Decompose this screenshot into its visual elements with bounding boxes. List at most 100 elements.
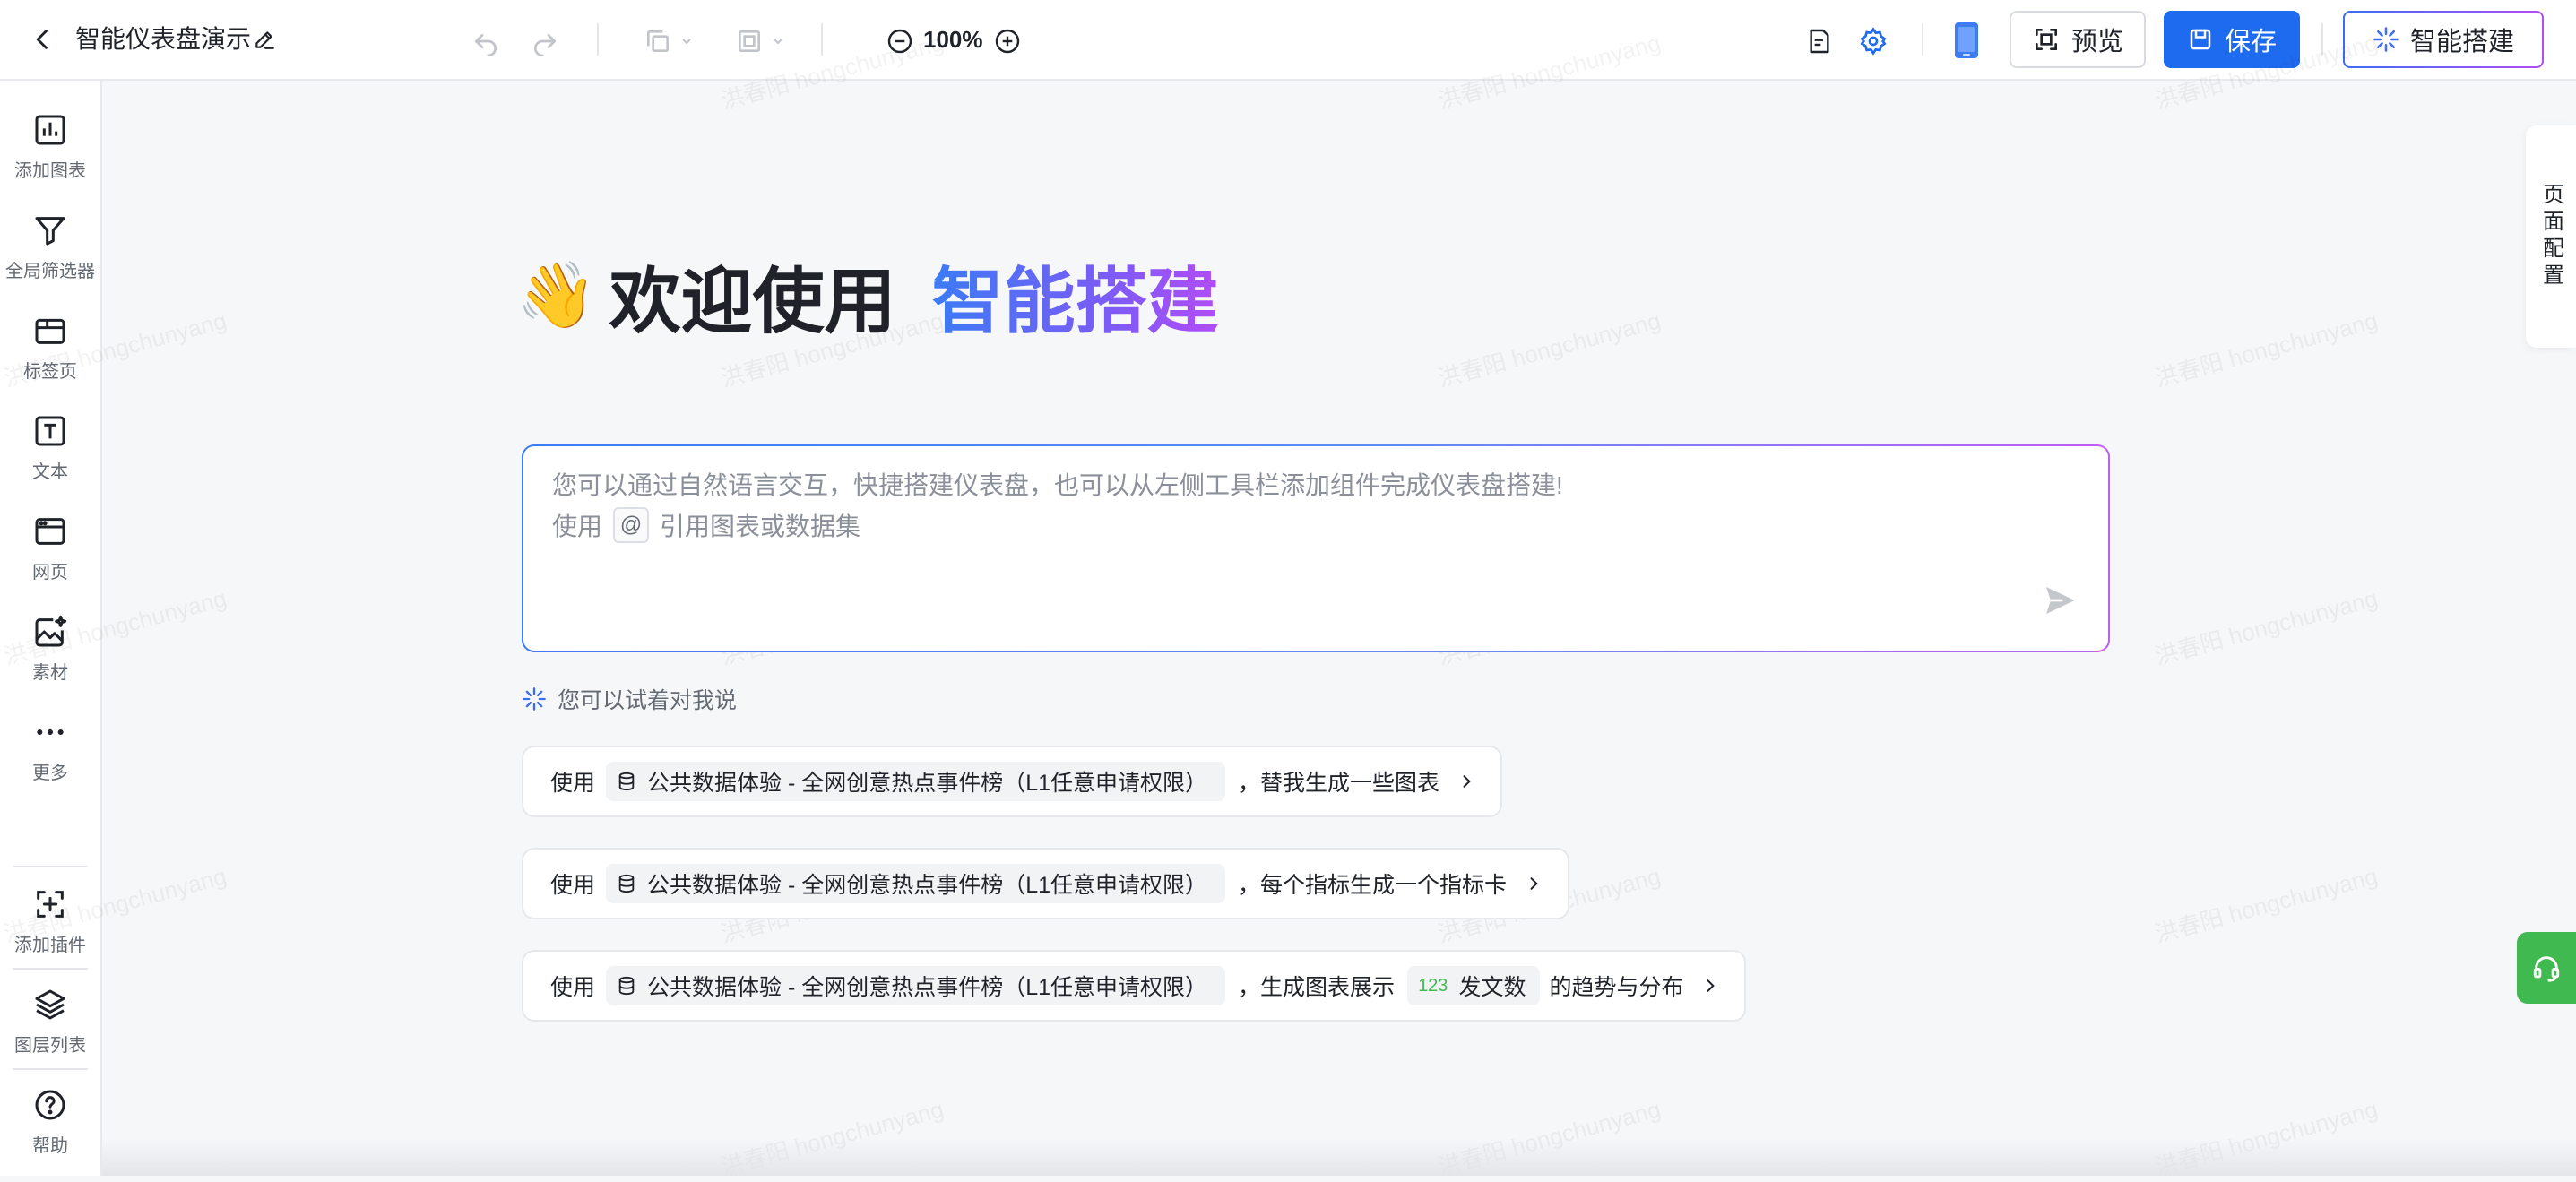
sidebar-item-more[interactable]: 更多: [0, 712, 100, 801]
preview-button[interactable]: 预览: [2010, 11, 2146, 68]
sidebar-item-label: 标签页: [23, 362, 77, 382]
sidebar-item-label: 添加插件: [14, 936, 86, 955]
sidebar-item-add-plugin[interactable]: 添加插件: [0, 884, 100, 973]
watermark: 洪春阳 hongchunyang: [2151, 306, 2381, 393]
sidebar-item-label: 素材: [32, 663, 68, 683]
save-button[interactable]: 保存: [2164, 11, 2300, 68]
settings-gear-icon[interactable]: [1854, 22, 1893, 61]
sidebar-item-tabs[interactable]: 标签页: [0, 310, 100, 400]
preview-label: 预览: [2070, 28, 2123, 56]
sidebar-item-label: 文本: [32, 462, 68, 482]
back-arrow-icon[interactable]: [23, 20, 63, 59]
save-label: 保存: [2224, 28, 2277, 56]
zoom-level: 100%: [923, 26, 983, 53]
sidebar-item-text[interactable]: 文本: [0, 410, 100, 500]
sidebar-item-add-chart[interactable]: 添加图表: [0, 109, 100, 199]
sidebar-item-label: 帮助: [32, 1136, 68, 1156]
waving-hand-emoji: 👋: [516, 260, 597, 332]
top-toolbar: 智能仪表盘演示 100% 预览 保存 智能搭建: [0, 0, 2576, 81]
save-icon: [2190, 29, 2211, 50]
chevron-right-icon: [1530, 877, 1538, 890]
at-mention-chip: @: [613, 507, 650, 543]
copy-dropdown[interactable]: [633, 22, 705, 61]
redo-icon[interactable]: [525, 22, 565, 61]
customer-service-button[interactable]: [2517, 932, 2576, 1004]
sidebar-item-global-filter[interactable]: 全局筛选器: [0, 210, 100, 299]
filter-icon: [30, 210, 71, 251]
sparkle-loading-icon: [2373, 27, 2399, 52]
suggestion-suffix: ，替我生成一些图表: [1238, 771, 1440, 796]
dataset-name: 公共数据体验 - 全网创意热点事件榜（L1任意申请权限）: [647, 771, 1208, 796]
preview-frame-icon: [2035, 29, 2057, 50]
material-icon: [30, 611, 71, 652]
field-name: 发文数: [1458, 975, 1526, 1000]
zoom-in-icon[interactable]: [990, 22, 1025, 61]
suggestion-item[interactable]: 使用 公共数据体验 - 全网创意热点事件榜（L1任意申请权限） ，每个指标生成一…: [522, 848, 1570, 919]
watermark: 洪春阳 hongchunyang: [2151, 862, 2381, 948]
suggestion-suffix-2: 的趋势与分布: [1549, 975, 1684, 1000]
tabs-icon: [30, 310, 71, 351]
bar-chart-icon: [30, 109, 71, 151]
dataset-chip: 公共数据体验 - 全网创意热点事件榜（L1任意申请权限）: [606, 966, 1226, 1005]
prompt-reference-text: 引用图表或数据集: [660, 513, 861, 540]
chevron-right-icon: [1707, 979, 1716, 992]
suggestion-prefix: 使用: [550, 771, 596, 796]
send-icon[interactable]: [2042, 582, 2081, 622]
ai-prompt-input[interactable]: 您可以通过自然语言交互，快捷搭建仪表盘，也可以从左侧工具栏添加组件完成仪表盘搭建…: [522, 444, 2110, 652]
sidebar-item-label: 全局筛选器: [5, 262, 95, 281]
database-icon: [618, 976, 635, 996]
welcome-brand: 智能搭建: [932, 244, 1219, 348]
prompt-placeholder-line2: 使用 @ 引用图表或数据集: [552, 507, 860, 543]
suggestion-item[interactable]: 使用 公共数据体验 - 全网创意热点事件榜（L1任意申请权限） ，生成图表展示 …: [522, 950, 1747, 1022]
sidebar-item-layers[interactable]: 图层列表: [0, 984, 100, 1074]
sidebar-item-label: 更多: [32, 764, 68, 783]
database-icon: [618, 772, 635, 791]
add-plugin-icon: [30, 884, 71, 925]
page-config-tab[interactable]: 页面配置: [2526, 125, 2576, 348]
suggestion-suffix: ，生成图表展示: [1238, 975, 1396, 1000]
webpage-icon: [30, 511, 71, 552]
watermark: 洪春阳 hongchunyang: [1434, 306, 1664, 393]
database-icon: [618, 874, 635, 893]
suggestion-prefix: 使用: [550, 873, 596, 898]
dataset-chip: 公共数据体验 - 全网创意热点事件榜（L1任意申请权限）: [606, 864, 1226, 903]
suggestion-item[interactable]: 使用 公共数据体验 - 全网创意热点事件榜（L1任意申请权限） ，替我生成一些图…: [522, 746, 1503, 817]
mobile-view-icon[interactable]: [1947, 16, 1986, 65]
dataset-name: 公共数据体验 - 全网创意热点事件榜（L1任意申请权限）: [647, 975, 1208, 1000]
layout-dropdown[interactable]: [724, 22, 796, 61]
text-icon: [30, 410, 71, 452]
sidebar-divider: [13, 1068, 88, 1070]
toolbar-divider: [821, 23, 823, 56]
dashboard-title[interactable]: 智能仪表盘演示: [75, 22, 251, 57]
document-icon[interactable]: [1800, 22, 1839, 61]
ai-build-label: 智能搭建: [2409, 28, 2514, 56]
undo-icon[interactable]: [466, 22, 506, 61]
sparkle-icon: [523, 687, 546, 711]
sidebar-item-material[interactable]: 素材: [0, 611, 100, 701]
sidebar-item-webpage[interactable]: 网页: [0, 511, 100, 600]
layers-icon: [30, 984, 71, 1025]
chevron-right-icon: [1463, 775, 1471, 788]
toolbar-divider: [1922, 23, 1923, 56]
prompt-placeholder-line1: 您可以通过自然语言交互，快捷搭建仪表盘，也可以从左侧工具栏添加组件完成仪表盘搭建…: [552, 471, 1563, 499]
ai-build-button[interactable]: 智能搭建: [2343, 11, 2544, 68]
left-sidebar: 添加图表 全局筛选器 标签页 文本 网页 素材 更多 添加插件 图层列表 帮助: [0, 81, 102, 1176]
prompt-use-text: 使用: [552, 513, 603, 540]
suggestion-suffix: ，每个指标生成一个指标卡: [1238, 873, 1508, 898]
dataset-name: 公共数据体验 - 全网创意热点事件榜（L1任意申请权限）: [647, 873, 1208, 898]
sidebar-item-label: 图层列表: [14, 1036, 86, 1056]
try-hint: 您可以试着对我说: [522, 683, 737, 715]
page-config-label: 页面配置: [2538, 183, 2563, 290]
headset-icon: [2533, 956, 2560, 982]
edit-title-icon[interactable]: [249, 23, 280, 56]
sidebar-divider: [13, 866, 88, 867]
dataset-chip: 公共数据体验 - 全网创意热点事件榜（L1任意申请权限）: [606, 762, 1226, 801]
canvas-bottom-shadow: [102, 1138, 2576, 1176]
toolbar-divider: [597, 23, 599, 56]
sidebar-item-help[interactable]: 帮助: [0, 1084, 100, 1174]
field-chip: 123 发文数: [1407, 966, 1541, 1005]
numeric-field-icon: 123: [1418, 975, 1448, 996]
sidebar-item-label: 网页: [32, 563, 68, 582]
zoom-out-icon[interactable]: [882, 22, 918, 61]
welcome-heading: 👋 欢迎使用 智能搭建: [516, 251, 1219, 341]
